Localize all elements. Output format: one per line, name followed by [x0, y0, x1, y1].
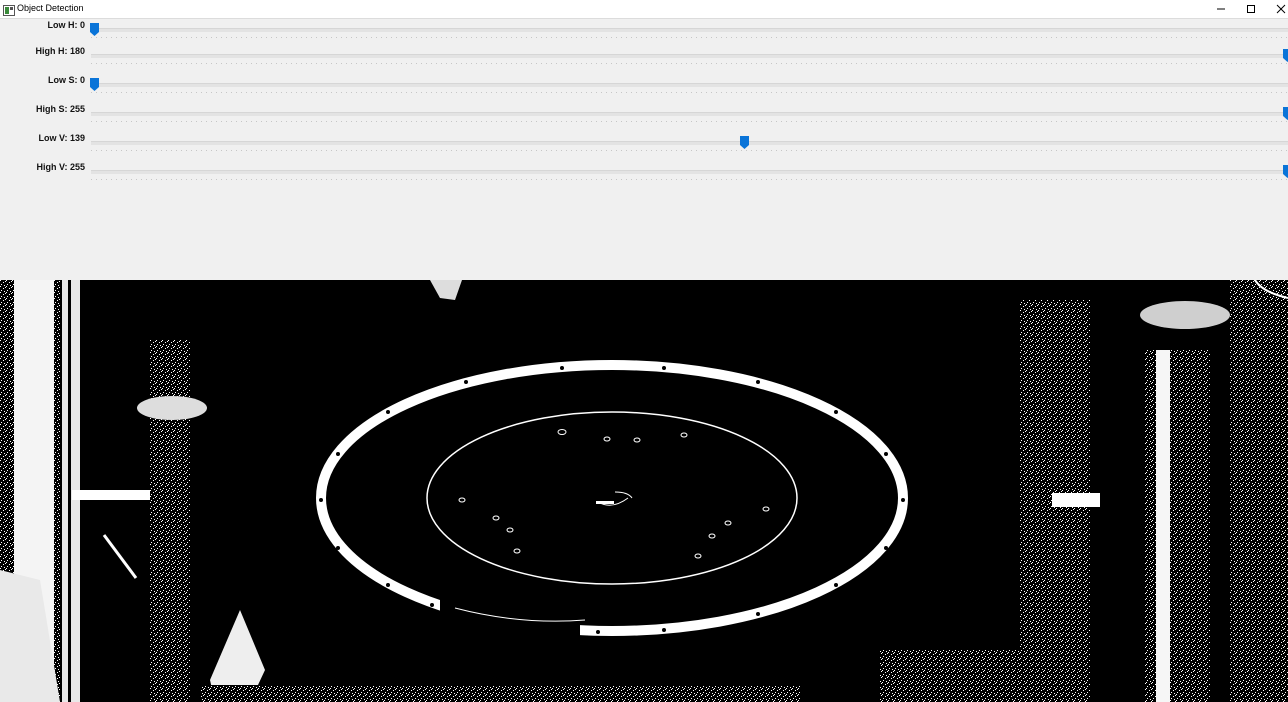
trackbar-low-s: Low S: 0	[0, 75, 1288, 97]
trackbar-track[interactable]	[91, 54, 1288, 58]
trackbar-label: Low H: 0	[47, 20, 86, 30]
trackbar-track[interactable]	[91, 83, 1288, 87]
trackbar-thumb[interactable]	[89, 23, 99, 36]
maximize-icon	[1247, 5, 1255, 13]
trackbar-low-v: Low V: 139	[0, 133, 1288, 155]
maximize-button[interactable]	[1236, 0, 1266, 18]
trackbar-ticks	[91, 37, 1288, 38]
trackbar-ticks	[91, 150, 1288, 151]
trackbar-label: High H: 180	[35, 46, 85, 56]
trackbar-ticks	[91, 63, 1288, 64]
trackbar-track[interactable]	[91, 141, 1288, 145]
trackbar-label: High V: 255	[36, 162, 85, 172]
trackbar-high-v: High V: 255	[0, 162, 1288, 184]
trackbar-thumb[interactable]	[739, 136, 749, 149]
trackbar-label: Low V: 139	[38, 133, 85, 143]
minimize-button[interactable]	[1206, 0, 1236, 18]
window-title: Object Detection	[17, 3, 84, 13]
trackbar-low-h: Low H: 0	[0, 20, 1288, 42]
trackbar-track[interactable]	[91, 28, 1288, 32]
trackbar-thumb[interactable]	[1282, 49, 1288, 62]
close-icon	[1276, 4, 1286, 14]
trackbar-ticks	[91, 92, 1288, 93]
trackbar-ticks	[91, 179, 1288, 180]
trackbar-label: High S: 255	[35, 104, 85, 114]
trackbar-high-s: High S: 255	[0, 104, 1288, 126]
trackbar-track[interactable]	[91, 112, 1288, 116]
minimize-icon	[1217, 8, 1225, 10]
trackbar-panel: Low H: 0 High H: 180 Low S: 0 High S: 25…	[0, 19, 1288, 280]
binary-mask-image	[0, 280, 1288, 702]
trackbar-high-h: High H: 180	[0, 46, 1288, 68]
trackbar-track[interactable]	[91, 170, 1288, 174]
trackbar-thumb[interactable]	[1282, 107, 1288, 120]
title-bar: Object Detection	[0, 0, 1288, 19]
mask-image-view	[0, 280, 1288, 702]
trackbar-label: Low S: 0	[47, 75, 85, 85]
close-button[interactable]	[1266, 0, 1288, 18]
trackbar-ticks	[91, 121, 1288, 122]
app-window-icon	[3, 3, 15, 16]
trackbar-thumb[interactable]	[89, 78, 99, 91]
trackbar-thumb[interactable]	[1282, 165, 1288, 178]
